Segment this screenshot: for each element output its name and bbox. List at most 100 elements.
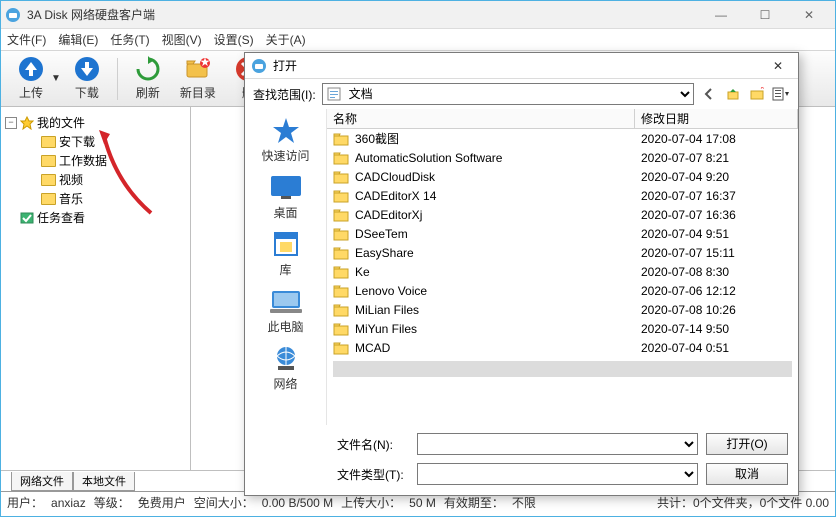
collapse-icon[interactable]: − (5, 117, 17, 129)
folder-icon (333, 189, 349, 203)
place-network[interactable]: 网络 (250, 343, 322, 392)
status-level: 免费用户 (138, 494, 186, 511)
file-row[interactable]: MCAD2020-07-04 0:51 (327, 338, 798, 357)
menu-about[interactable]: 关于(A) (266, 31, 306, 48)
redaction-bar (333, 361, 792, 377)
column-name[interactable]: 名称 (327, 109, 635, 128)
download-icon (74, 56, 100, 82)
library-icon (271, 230, 301, 258)
viewmode-icon[interactable] (772, 85, 790, 103)
tree-root-myfiles[interactable]: − 我的文件 (5, 113, 186, 132)
places-bar: 快速访问 桌面 库 此电脑 网络 (245, 109, 327, 425)
folder-icon (333, 284, 349, 298)
status-expire: 不限 (512, 494, 536, 511)
dialog-icon (251, 58, 267, 74)
folder-icon (333, 208, 349, 222)
folder-icon (333, 341, 349, 355)
tab-network-files[interactable]: 网络文件 (11, 472, 73, 491)
download-button[interactable]: 下载 (63, 56, 111, 101)
folder-icon (41, 193, 56, 205)
file-row[interactable]: CADCloudDisk2020-07-04 9:20 (327, 167, 798, 186)
place-thispc[interactable]: 此电脑 (250, 286, 322, 335)
upload-dropdown-icon[interactable]: ▼ (51, 73, 61, 84)
file-list-header: 名称 修改日期 (327, 109, 798, 129)
file-row[interactable]: AutomaticSolution Software2020-07-07 8:2… (327, 148, 798, 167)
folder-icon (41, 174, 56, 186)
tree-child-0[interactable]: 安下载 (5, 132, 186, 151)
dialog-titlebar: 打开 ✕ (245, 53, 798, 79)
star-icon (20, 116, 34, 130)
tab-local-files[interactable]: 本地文件 (73, 472, 135, 491)
pc-icon (269, 288, 303, 314)
file-list: 名称 修改日期 360截图2020-07-04 17:08AutomaticSo… (327, 109, 798, 425)
filename-input[interactable] (417, 433, 698, 455)
refresh-icon (135, 56, 161, 82)
documents-icon (326, 86, 342, 102)
status-space: 0.00 B/500 M (262, 496, 333, 510)
menu-edit[interactable]: 编辑(E) (58, 31, 98, 48)
place-quick[interactable]: 快速访问 (250, 115, 322, 164)
folder-icon (333, 246, 349, 260)
file-row[interactable]: DSeeTem2020-07-04 9:51 (327, 224, 798, 243)
file-row[interactable]: CADEditorXj2020-07-07 16:36 (327, 205, 798, 224)
lookin-select[interactable]: 文档 (322, 83, 694, 105)
dialog-close-button[interactable]: ✕ (764, 56, 792, 76)
menu-file[interactable]: 文件(F) (7, 31, 46, 48)
app-icon (5, 7, 21, 23)
file-row[interactable]: CADEditorX 142020-07-07 16:37 (327, 186, 798, 205)
filename-label: 文件名(N): (337, 436, 409, 453)
newdir-button[interactable]: ★ 新目录 (174, 56, 222, 101)
newfolder-nav-icon[interactable]: * (748, 85, 766, 103)
menu-task[interactable]: 任务(T) (110, 31, 149, 48)
maximize-button[interactable]: ☐ (743, 2, 787, 28)
tree-child-2[interactable]: 视频 (5, 170, 186, 189)
window-close-button[interactable]: ✕ (787, 2, 831, 28)
folder-icon (333, 151, 349, 165)
menu-view[interactable]: 视图(V) (162, 31, 202, 48)
file-list-body[interactable]: 360截图2020-07-04 17:08AutomaticSolution S… (327, 129, 798, 425)
lookin-label: 查找范围(I): (253, 86, 316, 103)
upload-icon (18, 56, 44, 82)
dialog-bottom: 文件名(N): 打开(O) 文件类型(T): 取消 (245, 425, 798, 495)
folder-icon (333, 265, 349, 279)
file-row[interactable]: Lenovo Voice2020-07-06 12:12 (327, 281, 798, 300)
tree-tasks[interactable]: 任务查看 (5, 208, 186, 227)
back-icon[interactable] (700, 85, 718, 103)
menu-bar: 文件(F) 编辑(E) 任务(T) 视图(V) 设置(S) 关于(A) (1, 29, 835, 51)
file-row[interactable]: Ke2020-07-08 8:30 (327, 262, 798, 281)
status-upload: 50 M (409, 496, 436, 510)
title-bar: 3A Disk 网络硬盘客户端 — ☐ ✕ (1, 1, 835, 29)
file-row[interactable]: MiYun Files2020-07-14 9:50 (327, 319, 798, 338)
folder-icon (333, 132, 349, 146)
upload-button[interactable]: 上传 (7, 56, 55, 101)
column-date[interactable]: 修改日期 (635, 109, 798, 128)
place-desktop[interactable]: 桌面 (250, 172, 322, 221)
file-row[interactable]: 360截图2020-07-04 17:08 (327, 129, 798, 148)
folder-icon (333, 303, 349, 317)
window-title: 3A Disk 网络硬盘客户端 (27, 6, 699, 23)
file-row[interactable]: MiLian Files2020-07-08 10:26 (327, 300, 798, 319)
up-icon[interactable] (724, 85, 742, 103)
filetype-select[interactable] (417, 463, 698, 485)
refresh-button[interactable]: 刷新 (124, 56, 172, 101)
folder-tree: − 我的文件 安下载 工作数据 视频 音乐 任务查看 (1, 107, 191, 470)
tree-child-3[interactable]: 音乐 (5, 189, 186, 208)
minimize-button[interactable]: — (699, 2, 743, 28)
tree-child-1[interactable]: 工作数据 (5, 151, 186, 170)
open-button[interactable]: 打开(O) (706, 433, 788, 455)
svg-text:★: ★ (200, 56, 211, 69)
network-icon (270, 344, 302, 372)
status-user: anxiaz (51, 496, 86, 510)
folder-icon (333, 227, 349, 241)
folder-icon (41, 136, 56, 148)
tasks-icon (20, 211, 34, 225)
folder-icon (41, 155, 56, 167)
cancel-button[interactable]: 取消 (706, 463, 788, 485)
filetype-label: 文件类型(T): (337, 466, 409, 483)
file-row[interactable]: EasyShare2020-07-07 15:11 (327, 243, 798, 262)
menu-settings[interactable]: 设置(S) (214, 31, 254, 48)
folder-icon (333, 170, 349, 184)
desktop-icon (269, 174, 303, 200)
newfolder-icon: ★ (185, 56, 211, 82)
place-libraries[interactable]: 库 (250, 229, 322, 278)
